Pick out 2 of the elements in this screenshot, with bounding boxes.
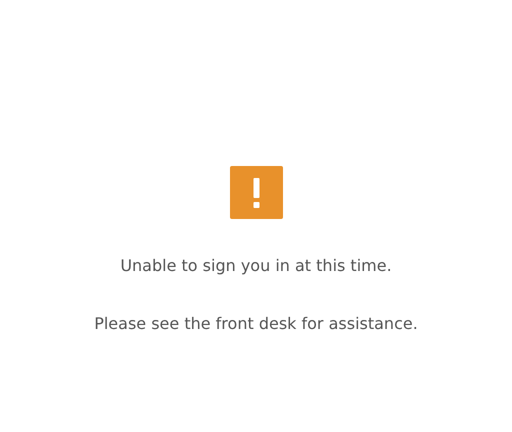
message-text: Please see the front desk for assistance. <box>94 313 418 335</box>
message-text: Unable to sign you in at this time. <box>120 255 392 277</box>
